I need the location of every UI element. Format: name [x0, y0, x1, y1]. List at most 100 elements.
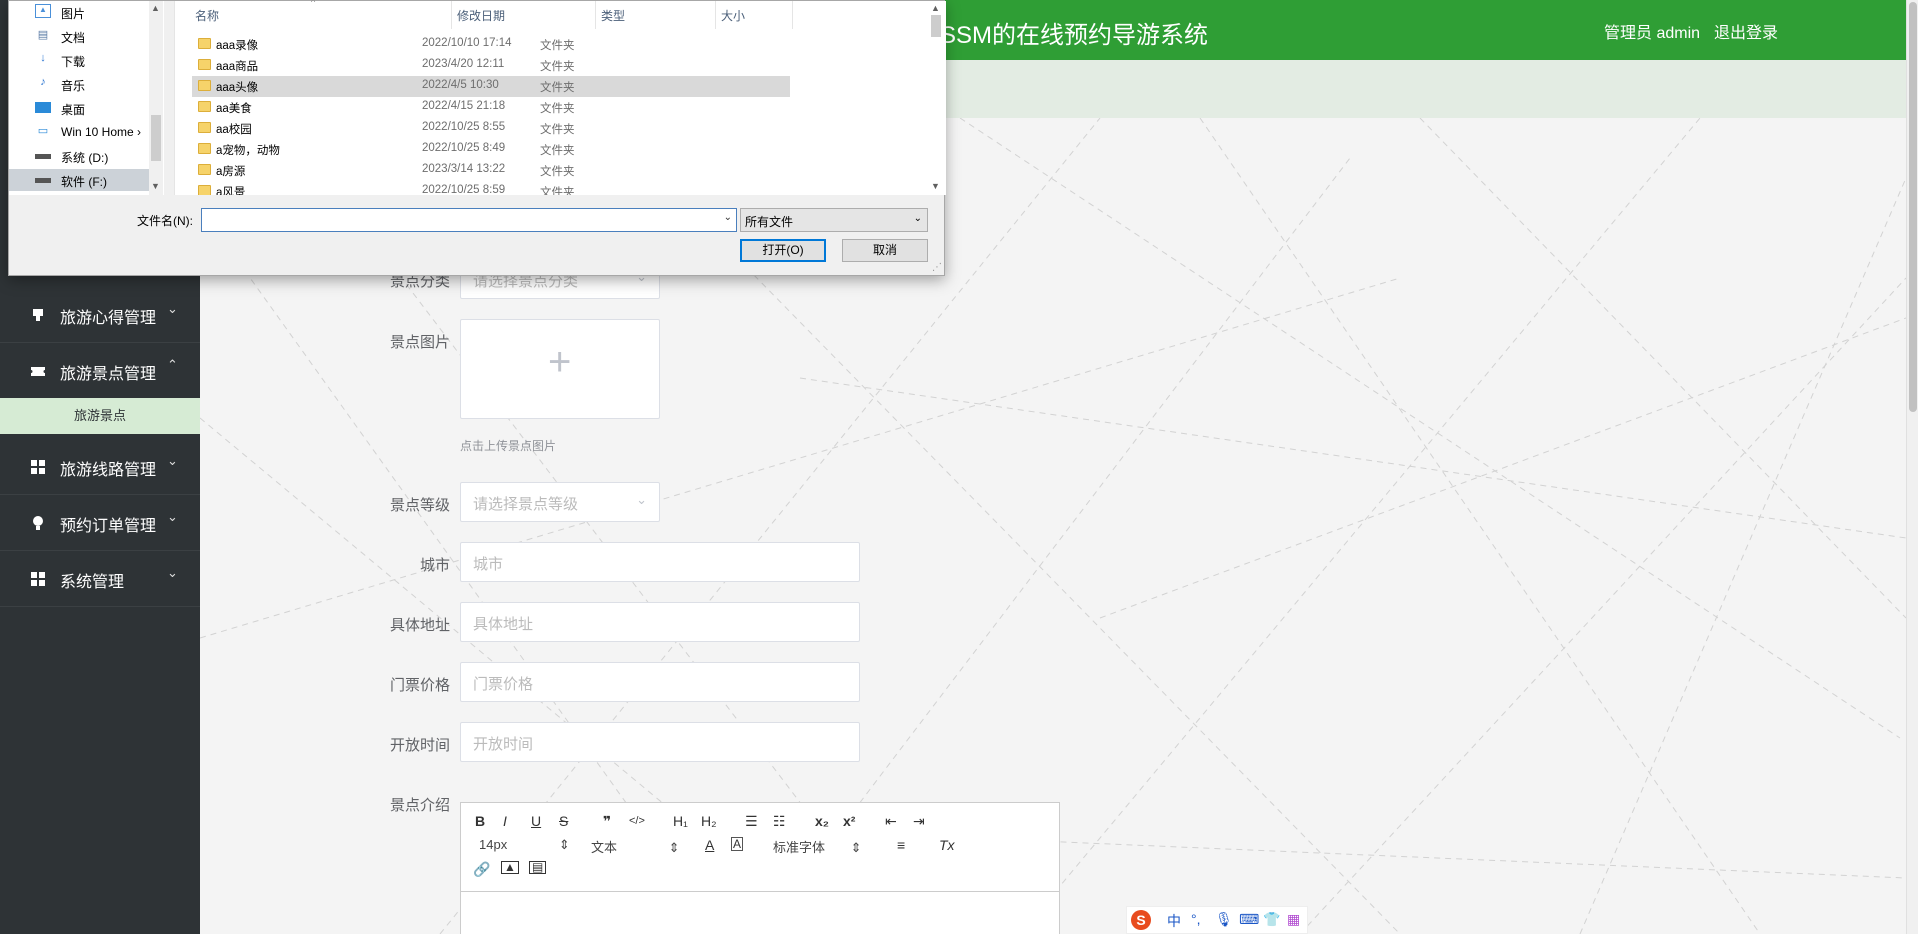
video-icon[interactable]: ▤	[529, 861, 547, 874]
indent-icon[interactable]: ⇥	[913, 813, 925, 830]
sidebar-item-system[interactable]: 系统管理 ⌄	[0, 551, 200, 607]
file-row[interactable]: a房源 2023/3/14 13:22 文件夹	[192, 160, 790, 181]
file-row[interactable]: a风景 2022/10/25 8:59 文件夹	[192, 181, 790, 195]
ime-logo-icon[interactable]: S	[1131, 910, 1151, 930]
nav-item-music[interactable]: ♪ 音乐	[9, 73, 156, 95]
grid-icon	[31, 460, 45, 474]
italic-button[interactable]: I	[503, 813, 507, 829]
file-name: a宠物，动物	[216, 145, 280, 157]
font-size-select[interactable]: 14px ⇕	[479, 837, 570, 853]
column-size[interactable]: 大小	[721, 7, 745, 24]
column-date[interactable]: 修改日期	[457, 7, 505, 24]
shirt-icon[interactable]: 👕	[1263, 911, 1280, 928]
file-type-filter[interactable]: 所有文件 ⌄	[740, 208, 928, 232]
image-label: 景点图片	[389, 334, 450, 351]
clear-format-icon[interactable]: Tx	[939, 837, 955, 853]
align-icon[interactable]: ≡	[897, 837, 905, 853]
ordered-list-icon[interactable]: ☰	[745, 813, 758, 830]
level-placeholder: 请选择景点等级	[473, 496, 579, 513]
code-button[interactable]: </>	[629, 815, 645, 827]
text-style-select[interactable]: 文本 ⇕	[591, 837, 680, 856]
nav-item-documents[interactable]: ▤ 文档	[9, 25, 156, 47]
scroll-down-icon[interactable]: ▼	[151, 181, 160, 191]
column-name[interactable]: 名称	[195, 7, 219, 24]
sidebar-item-travel-notes[interactable]: 旅游心得管理 ⌄	[0, 287, 200, 343]
chevron-down-icon[interactable]: ⌄	[724, 212, 732, 223]
bold-button[interactable]: B	[475, 813, 485, 829]
nav-item-pictures[interactable]: ▲ 图片	[9, 1, 156, 23]
navigation-pane: ▲ 图片 ▤ 文档 ↓ 下载 ♪ 音乐 桌面 ▭ Win 10 Home › 系…	[9, 1, 164, 195]
keyboard-icon[interactable]: ⌨	[1239, 911, 1259, 928]
file-list-scrollbar[interactable]: ▲ ▼	[929, 1, 943, 195]
background-color-icon[interactable]: A	[731, 837, 744, 851]
image-icon[interactable]: ▲	[501, 861, 519, 874]
file-list-scrollbar-thumb[interactable]	[931, 15, 941, 37]
hours-input[interactable]: 开放时间	[460, 722, 860, 762]
resize-grip-icon[interactable]: ⋰	[932, 262, 942, 273]
page-scrollbar[interactable]	[1906, 0, 1918, 934]
scroll-down-icon[interactable]: ▼	[931, 181, 940, 191]
image-upload[interactable]: +	[460, 319, 660, 419]
file-type: 文件夹	[540, 40, 575, 52]
logout-link[interactable]: 退出登录	[1714, 19, 1778, 43]
ime-punctuation[interactable]: °,	[1191, 911, 1201, 927]
file-list: ^ 名称 修改日期 类型 大小 aaa录像 2022/10/10 17:14 文…	[174, 0, 946, 195]
folder-icon	[198, 185, 211, 195]
file-type: 文件夹	[540, 166, 575, 178]
column-type[interactable]: 类型	[601, 7, 625, 24]
file-row[interactable]: a宠物，动物 2022/10/25 8:49 文件夹	[192, 139, 790, 160]
city-input[interactable]: 城市	[460, 542, 860, 582]
nav-item-drive-f[interactable]: 软件 (F:)	[9, 169, 156, 191]
nav-item-label: 系统 (D:)	[61, 151, 109, 165]
drive-icon	[35, 154, 51, 159]
nav-item-this-pc[interactable]: ▭ Win 10 Home ›	[9, 121, 156, 143]
address-input[interactable]: 具体地址	[460, 602, 860, 642]
open-button[interactable]: 打开(O)	[740, 239, 826, 262]
microphone-icon[interactable]: 🎙	[1215, 911, 1233, 928]
file-row[interactable]: aa校园 2022/10/25 8:55 文件夹	[192, 118, 790, 139]
navigation-scrollbar-thumb[interactable]	[151, 115, 161, 161]
sidebar-item-orders[interactable]: 预约订单管理 ⌄	[0, 495, 200, 551]
scroll-up-icon[interactable]: ▲	[151, 3, 160, 13]
navigation-scrollbar[interactable]: ▲ ▼	[149, 1, 163, 195]
file-row[interactable]: aa美食 2022/4/15 21:18 文件夹	[192, 97, 790, 118]
underline-button[interactable]: U	[531, 813, 541, 829]
nav-item-downloads[interactable]: ↓ 下载	[9, 49, 156, 71]
ime-mode[interactable]: 中	[1167, 911, 1181, 931]
system-title: SSM的在线预约导游系统	[940, 22, 1209, 49]
h1-button[interactable]: H₁	[673, 813, 688, 829]
bullet-list-icon[interactable]: ☷	[773, 813, 786, 830]
file-row-selected[interactable]: aaa头像 2022/4/5 10:30 文件夹	[192, 76, 790, 97]
nav-item-desktop[interactable]: 桌面	[9, 97, 156, 119]
sidebar-subitem-attractions[interactable]: 旅游景点	[0, 398, 200, 434]
font-color-icon[interactable]: A	[705, 837, 714, 853]
file-row[interactable]: aaa录像 2022/10/10 17:14 文件夹	[192, 34, 790, 55]
sidebar-item-routes[interactable]: 旅游线路管理 ⌄	[0, 439, 200, 495]
nav-item-drive-d[interactable]: 系统 (D:)	[9, 145, 156, 167]
superscript-button[interactable]: x²	[843, 813, 855, 829]
strike-button[interactable]: S	[559, 813, 568, 829]
apps-icon[interactable]: ▦	[1287, 911, 1300, 928]
link-icon[interactable]: 🔗	[473, 861, 490, 878]
scroll-up-icon[interactable]: ▲	[931, 3, 940, 13]
chevron-down-icon: ⌄	[167, 301, 178, 316]
intro-label: 景点介绍	[389, 797, 450, 814]
page-scrollbar-thumb[interactable]	[1909, 2, 1917, 412]
subscript-button[interactable]: x₂	[815, 813, 829, 829]
cancel-button[interactable]: 取消	[842, 239, 928, 262]
h2-button[interactable]: H₂	[701, 813, 717, 829]
sidebar-item-attractions[interactable]: 旅游景点管理 ⌃	[0, 343, 200, 399]
pictures-icon: ▲	[35, 4, 51, 18]
font-family-select[interactable]: 标准字体 ⇕	[773, 837, 862, 856]
level-select[interactable]: 请选择景点等级 ⌄	[460, 482, 660, 522]
quote-button[interactable]: ❞	[603, 813, 611, 830]
folder-icon	[198, 38, 211, 49]
music-icon: ♪	[40, 76, 46, 88]
price-input[interactable]: 门票价格	[460, 662, 860, 702]
outdent-icon[interactable]: ⇤	[885, 813, 897, 830]
grid-icon	[31, 572, 45, 586]
hours-label: 开放时间	[389, 737, 450, 754]
filename-input[interactable]: ⌄	[201, 208, 737, 232]
editor-content-area[interactable]	[461, 891, 1059, 934]
file-row[interactable]: aaa商品 2023/4/20 12:11 文件夹	[192, 55, 790, 76]
